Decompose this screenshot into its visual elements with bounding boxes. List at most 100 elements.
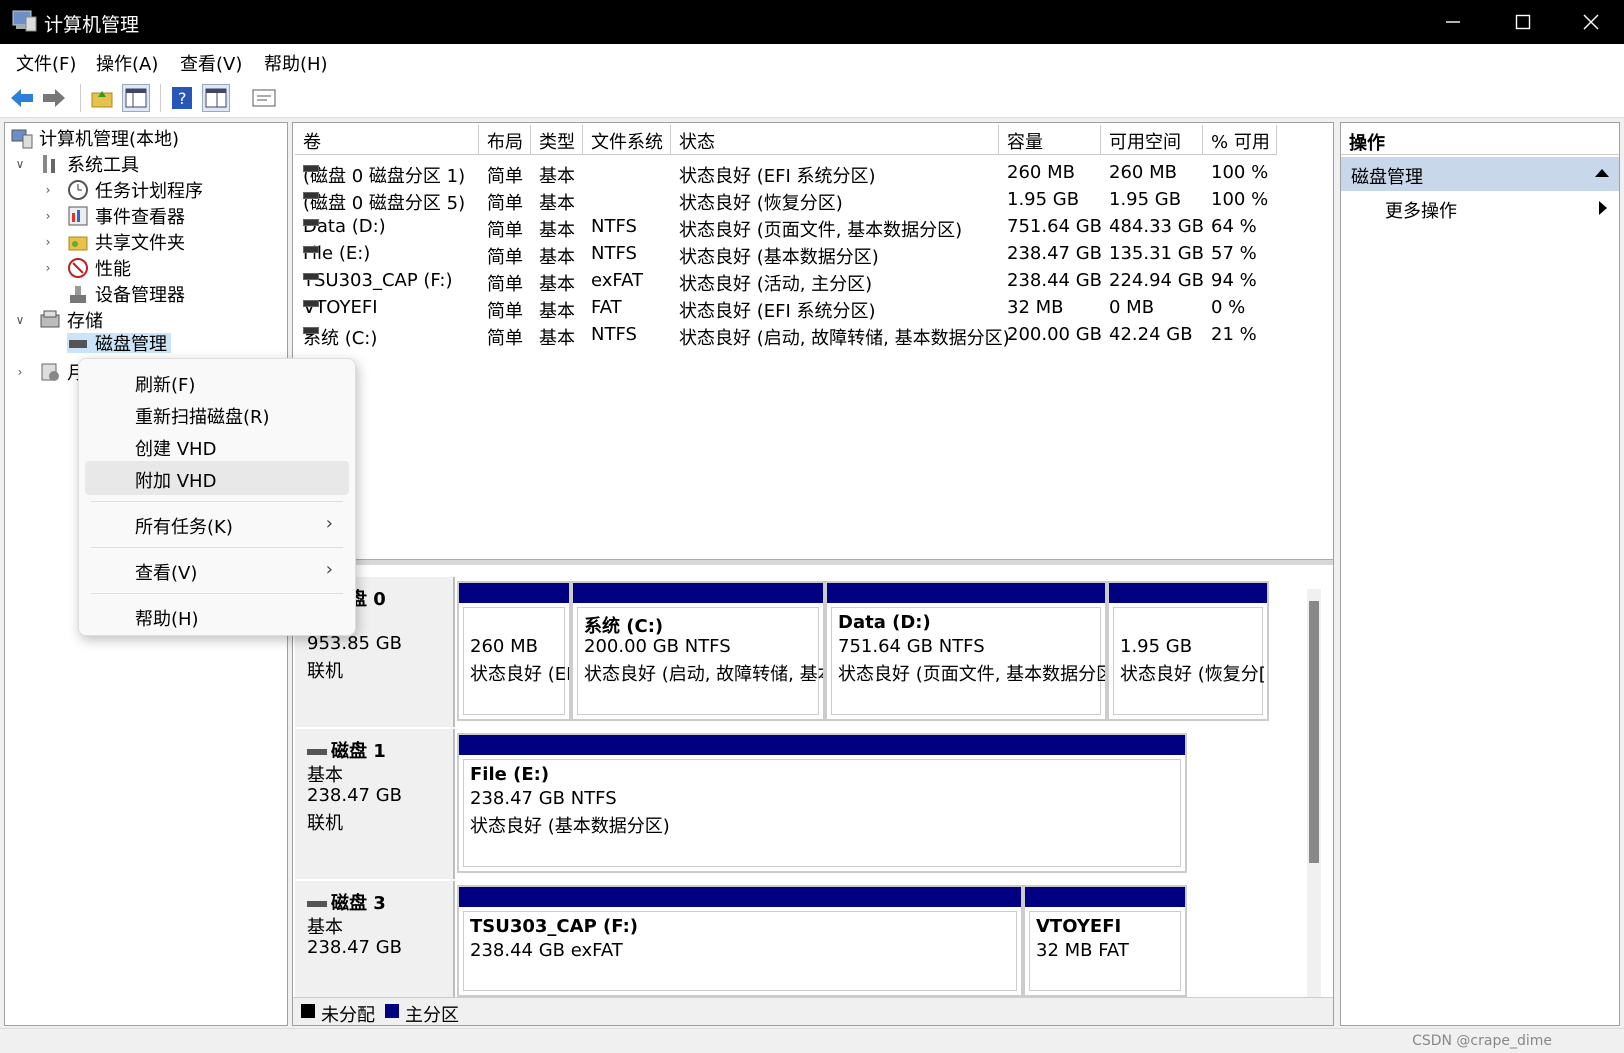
volume-cell: 21 % bbox=[1211, 324, 1257, 345]
col-volume[interactable]: 卷 bbox=[295, 125, 479, 155]
volume-icon bbox=[303, 219, 319, 226]
scrollbar-thumb[interactable] bbox=[1309, 601, 1319, 863]
tree-root[interactable]: 计算机管理(本地) bbox=[11, 125, 179, 151]
partition-name: File (E:) bbox=[470, 764, 550, 785]
disk-icon bbox=[307, 901, 327, 907]
tree-event-viewer-label: 事件查看器 bbox=[95, 207, 185, 228]
disk0-partition-efi[interactable]: 260 MB 状态良好 (EI bbox=[457, 581, 571, 721]
volume-row[interactable]: (磁盘 0 磁盘分区 1) 简单 基本 状态良好 (EFI 系统分区) 260 MB 26… bbox=[295, 159, 1335, 187]
tree-shared-folders[interactable]: › 共享文件夹 bbox=[46, 229, 185, 255]
ctx-create-vhd[interactable]: 创建 VHD bbox=[85, 429, 349, 463]
minimize-button[interactable] bbox=[1418, 0, 1488, 44]
ctx-attach-vhd[interactable]: 附加 VHD bbox=[85, 461, 349, 495]
disk3-label[interactable]: 磁盘 3 基本 238.47 GB bbox=[295, 881, 455, 997]
pane-splitter[interactable] bbox=[293, 559, 1333, 565]
show-hide-tree-button[interactable] bbox=[122, 84, 150, 112]
volume-row[interactable]: 系统 (C:) 简单 基本 NTFS 状态良好 (启动, 故障转储, 基本数据分区) 20… bbox=[295, 321, 1335, 349]
disk0-partition-recovery[interactable]: 1.95 GB 状态良好 (恢复分[ bbox=[1107, 581, 1269, 721]
actions-section-disk-management[interactable]: 磁盘管理 bbox=[1341, 157, 1619, 191]
menu-help[interactable]: 帮助(H) bbox=[264, 50, 328, 76]
chevron-right-icon[interactable]: › bbox=[41, 209, 55, 223]
console-button[interactable] bbox=[250, 84, 278, 112]
chevron-down-icon[interactable]: ∨ bbox=[13, 157, 27, 171]
volume-cell: 简单 bbox=[487, 328, 523, 349]
volume-cell: 简单 bbox=[487, 193, 523, 214]
ctx-all-tasks-label: 所有任务(K) bbox=[135, 517, 233, 538]
event-viewer-icon bbox=[68, 206, 88, 226]
tree-storage[interactable]: ∨ 存储 bbox=[16, 307, 103, 333]
disk3-partition-f[interactable]: TSU303_CAP (F:) 238.44 GB exFAT bbox=[457, 885, 1023, 997]
disk1-size: 238.47 GB bbox=[307, 785, 403, 806]
disk3-partition-vtoyefi[interactable]: VTOYEFI 32 MB FAT bbox=[1023, 885, 1187, 997]
partition-size: 260 MB bbox=[470, 636, 538, 657]
volume-row[interactable]: File (E:) 简单 基本 NTFS 状态良好 (基本数据分区) 238.47 GB 1… bbox=[295, 240, 1335, 268]
chevron-down-icon[interactable]: ∨ bbox=[13, 313, 27, 327]
title-bar: 计算机管理 bbox=[0, 0, 1624, 44]
submenu-arrow-icon bbox=[1599, 201, 1607, 215]
up-folder-button[interactable] bbox=[88, 84, 116, 112]
chevron-right-icon: › bbox=[325, 559, 333, 580]
toolbar: ? bbox=[0, 78, 1624, 118]
menu-file[interactable]: 文件(F) bbox=[16, 50, 76, 76]
status-bar: CSDN @crape_dime bbox=[0, 1028, 1624, 1053]
tree-disk-management[interactable]: 磁盘管理 bbox=[67, 333, 171, 353]
disk0-partition-c[interactable]: 系统 (C:) 200.00 GB NTFS 状态良好 (启动, 故障转储, 基本 bbox=[571, 581, 825, 721]
col-layout[interactable]: 布局 bbox=[479, 125, 531, 155]
volume-cell: 状态良好 (恢复分区) bbox=[679, 193, 843, 214]
col-type[interactable]: 类型 bbox=[531, 125, 583, 155]
maximize-icon bbox=[1515, 14, 1531, 30]
volume-cell: 57 % bbox=[1211, 243, 1257, 264]
tree-system-tools[interactable]: ∨ 系统工具 bbox=[16, 151, 139, 177]
help-button[interactable]: ? bbox=[168, 84, 196, 112]
partition-status: 状态良好 (启动, 故障转储, 基本 bbox=[584, 664, 825, 685]
device-manager-icon bbox=[70, 286, 86, 303]
tree-root-label: 计算机管理(本地) bbox=[39, 129, 180, 150]
collapse-up-icon[interactable] bbox=[1595, 169, 1609, 177]
tree-event-viewer[interactable]: › 事件查看器 bbox=[46, 203, 185, 229]
tree-device-manager-label: 设备管理器 bbox=[95, 285, 185, 306]
menu-view[interactable]: 查看(V) bbox=[180, 50, 242, 76]
ctx-refresh[interactable]: 刷新(F) bbox=[85, 365, 349, 399]
volume-row[interactable]: TSU303_CAP (F:) 简单 基本 exFAT 状态良好 (活动, 主分区) 23… bbox=[295, 267, 1335, 295]
ctx-help[interactable]: 帮助(H) bbox=[85, 599, 349, 633]
ctx-all-tasks[interactable]: 所有任务(K) › bbox=[85, 507, 349, 541]
back-button[interactable] bbox=[8, 84, 36, 112]
col-status[interactable]: 状态 bbox=[671, 125, 999, 155]
disk1-name: 磁盘 1 bbox=[331, 741, 386, 762]
chevron-right-icon[interactable]: › bbox=[41, 261, 55, 275]
volume-row[interactable]: Data (D:) 简单 基本 NTFS 状态良好 (页面文件, 基本数据分区) 751.… bbox=[295, 213, 1335, 241]
volume-icon bbox=[303, 192, 319, 199]
tree-task-scheduler[interactable]: › 任务计划程序 bbox=[46, 177, 203, 203]
ctx-rescan-disks[interactable]: 重新扫描磁盘(R) bbox=[85, 397, 349, 431]
volume-cell: 状态良好 (EFI 系统分区) bbox=[679, 166, 876, 187]
col-capacity[interactable]: 容量 bbox=[999, 125, 1101, 155]
chevron-right-icon[interactable]: › bbox=[13, 365, 27, 379]
forward-button[interactable] bbox=[40, 84, 68, 112]
volume-cell: 0 MB bbox=[1109, 297, 1155, 318]
chevron-right-icon[interactable]: › bbox=[41, 235, 55, 249]
chevron-right-icon[interactable]: › bbox=[41, 183, 55, 197]
ctx-view[interactable]: 查看(V) › bbox=[85, 553, 349, 587]
volume-cell: 简单 bbox=[487, 274, 523, 295]
volume-row[interactable]: VTOYEFI 简单 基本 FAT 状态良好 (EFI 系统分区) 32 MB 0 MB 0 … bbox=[295, 294, 1335, 322]
volume-cell: 260 MB bbox=[1109, 162, 1177, 183]
disk-map-scrollbar[interactable] bbox=[1307, 589, 1321, 1009]
menu-action[interactable]: 操作(A) bbox=[96, 50, 158, 76]
disk0-size: 953.85 GB bbox=[307, 633, 403, 654]
volume-row[interactable]: (磁盘 0 磁盘分区 5) 简单 基本 状态良好 (恢复分区) 1.95 GB 1.95 … bbox=[295, 186, 1335, 214]
col-percent-free[interactable]: % 可用 bbox=[1203, 125, 1277, 155]
forward-icon bbox=[43, 89, 65, 107]
up-folder-icon bbox=[91, 91, 113, 108]
more-actions-item[interactable]: 更多操作 bbox=[1341, 193, 1619, 225]
volume-cell: 751.64 GB bbox=[1007, 216, 1103, 237]
col-filesystem[interactable]: 文件系统 bbox=[583, 125, 671, 155]
tree-performance[interactable]: › 性能 bbox=[46, 255, 131, 281]
tree-device-manager[interactable]: 设备管理器 bbox=[67, 281, 185, 307]
col-free-space[interactable]: 可用空间 bbox=[1101, 125, 1203, 155]
maximize-button[interactable] bbox=[1488, 0, 1558, 44]
disk1-label[interactable]: 磁盘 1 基本 238.47 GB 联机 bbox=[295, 729, 455, 879]
properties-button[interactable] bbox=[202, 84, 230, 112]
disk1-partition-e[interactable]: File (E:) 238.47 GB NTFS 状态良好 (基本数据分区) bbox=[457, 733, 1187, 873]
disk0-partition-d[interactable]: Data (D:) 751.64 GB NTFS 状态良好 (页面文件, 基本数据分… bbox=[825, 581, 1107, 721]
close-button[interactable] bbox=[1558, 0, 1624, 44]
